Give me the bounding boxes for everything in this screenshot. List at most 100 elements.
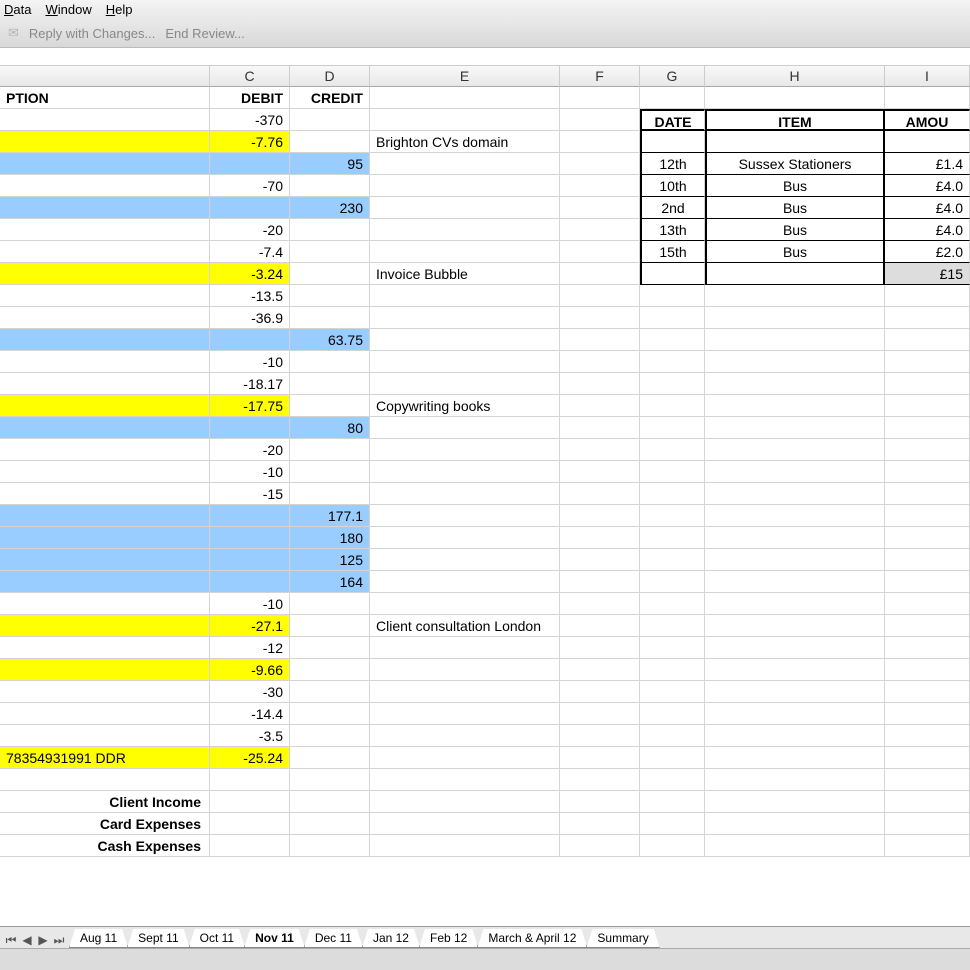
column-header[interactable]: C — [210, 66, 290, 87]
cell-note[interactable] — [370, 461, 560, 483]
cell[interactable] — [560, 417, 640, 439]
cell-credit[interactable] — [290, 219, 370, 241]
cell[interactable] — [560, 659, 640, 681]
cell-note[interactable] — [370, 285, 560, 307]
side-item[interactable] — [705, 747, 885, 769]
cell-description[interactable] — [0, 219, 210, 241]
side-amount[interactable] — [885, 505, 970, 527]
cell-note[interactable]: Client consultation London — [370, 615, 560, 637]
cell-description[interactable] — [0, 263, 210, 285]
cell[interactable] — [560, 87, 640, 109]
cell-debit[interactable]: -30 — [210, 681, 290, 703]
side-item[interactable] — [705, 483, 885, 505]
side-amount[interactable] — [885, 593, 970, 615]
cell-debit[interactable]: -20 — [210, 439, 290, 461]
cell-debit[interactable]: -10 — [210, 351, 290, 373]
cell-note[interactable] — [370, 417, 560, 439]
header-description[interactable]: PTION — [0, 87, 210, 109]
side-date[interactable] — [640, 307, 705, 329]
cell[interactable] — [705, 87, 885, 109]
cell-debit[interactable] — [210, 769, 290, 791]
side-date[interactable] — [640, 329, 705, 351]
cell[interactable] — [560, 241, 640, 263]
reply-with-changes-button[interactable]: Reply with Changes... — [29, 26, 155, 41]
cell-debit[interactable] — [210, 835, 290, 857]
formula-bar[interactable] — [0, 48, 970, 66]
cell-credit[interactable] — [290, 483, 370, 505]
side-amount[interactable] — [885, 439, 970, 461]
cell[interactable] — [560, 307, 640, 329]
sheet-tab[interactable]: Feb 12 — [419, 929, 478, 948]
side-amount[interactable]: £1.4 — [885, 153, 970, 175]
cell-description[interactable] — [0, 659, 210, 681]
side-item[interactable] — [705, 593, 885, 615]
side-date[interactable] — [640, 549, 705, 571]
cell[interactable] — [560, 329, 640, 351]
side-date[interactable] — [640, 659, 705, 681]
side-amount[interactable] — [885, 659, 970, 681]
side-item[interactable] — [705, 725, 885, 747]
tab-last-icon[interactable]: ⏭ — [52, 933, 66, 948]
cell-debit[interactable]: -9.66 — [210, 659, 290, 681]
cell-debit[interactable]: -36.9 — [210, 307, 290, 329]
side-date[interactable] — [640, 417, 705, 439]
cell-credit[interactable]: 95 — [290, 153, 370, 175]
cell-note[interactable] — [370, 307, 560, 329]
side-item[interactable] — [705, 131, 885, 153]
side-date[interactable]: 12th — [640, 153, 705, 175]
cell-debit[interactable] — [210, 527, 290, 549]
side-date[interactable] — [640, 505, 705, 527]
side-date[interactable] — [640, 263, 705, 285]
sheet-tab[interactable]: Sept 11 — [127, 929, 189, 948]
cell-credit[interactable] — [290, 285, 370, 307]
side-amount[interactable] — [885, 747, 970, 769]
cell-credit[interactable] — [290, 725, 370, 747]
cell-debit[interactable]: -3.24 — [210, 263, 290, 285]
cell-credit[interactable] — [290, 659, 370, 681]
cell-description[interactable] — [0, 549, 210, 571]
cell-debit[interactable]: -7.76 — [210, 131, 290, 153]
cell-credit[interactable] — [290, 703, 370, 725]
cell-debit[interactable] — [210, 153, 290, 175]
side-date[interactable]: DATE — [640, 109, 705, 131]
side-amount[interactable] — [885, 549, 970, 571]
side-amount[interactable] — [885, 813, 970, 835]
tab-prev-icon[interactable]: ◀ — [20, 933, 34, 948]
side-item[interactable]: ITEM — [705, 109, 885, 131]
cell[interactable] — [560, 747, 640, 769]
cell-description[interactable] — [0, 439, 210, 461]
side-item[interactable] — [705, 395, 885, 417]
side-date[interactable] — [640, 439, 705, 461]
side-amount[interactable] — [885, 527, 970, 549]
side-amount[interactable] — [885, 131, 970, 153]
sheet-tab[interactable]: Dec 11 — [304, 929, 363, 948]
cell-credit[interactable] — [290, 835, 370, 857]
cell-note[interactable] — [370, 747, 560, 769]
cell[interactable] — [560, 351, 640, 373]
cell-debit[interactable] — [210, 505, 290, 527]
cell-note[interactable] — [370, 527, 560, 549]
cell-credit[interactable]: 180 — [290, 527, 370, 549]
cell-debit[interactable]: -70 — [210, 175, 290, 197]
cell-credit[interactable] — [290, 769, 370, 791]
cell-note[interactable] — [370, 791, 560, 813]
cell-note[interactable] — [370, 241, 560, 263]
side-item[interactable]: Bus — [705, 197, 885, 219]
cell[interactable] — [560, 593, 640, 615]
side-item[interactable] — [705, 285, 885, 307]
cell-note[interactable] — [370, 703, 560, 725]
side-amount[interactable] — [885, 571, 970, 593]
cell-note[interactable] — [370, 549, 560, 571]
cell-debit[interactable]: -10 — [210, 461, 290, 483]
cell-description[interactable] — [0, 417, 210, 439]
side-item[interactable] — [705, 703, 885, 725]
menu-data[interactable]: Data — [4, 2, 31, 17]
side-amount[interactable] — [885, 637, 970, 659]
menu-help[interactable]: Help — [106, 2, 133, 17]
side-item[interactable] — [705, 637, 885, 659]
cell[interactable] — [560, 461, 640, 483]
cell-description[interactable] — [0, 131, 210, 153]
cell-note[interactable] — [370, 109, 560, 131]
cell-credit[interactable] — [290, 813, 370, 835]
cell-description[interactable] — [0, 329, 210, 351]
